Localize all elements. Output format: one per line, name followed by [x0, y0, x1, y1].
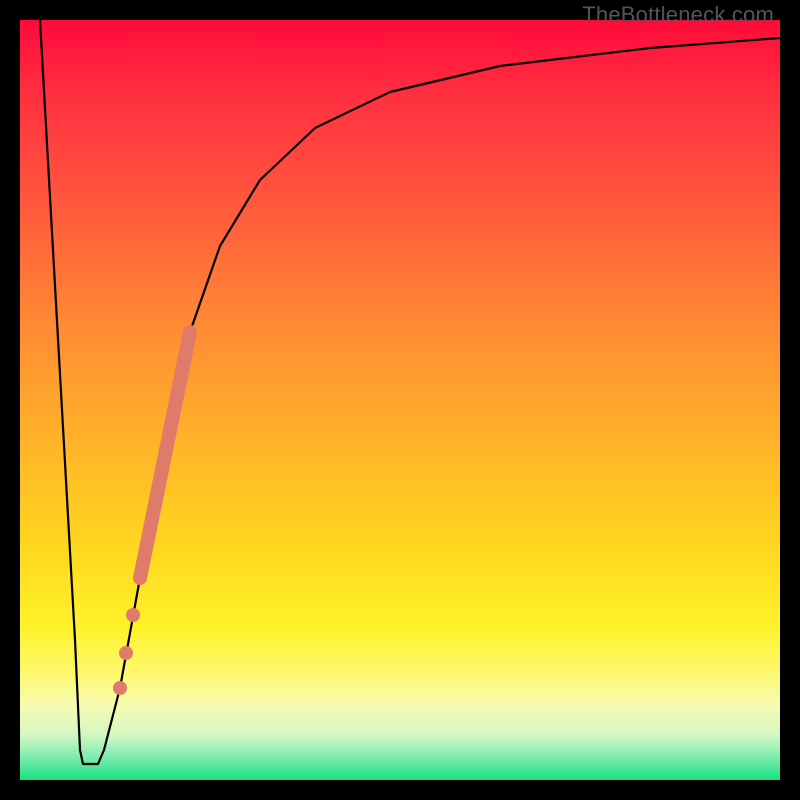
bottleneck-curve — [40, 20, 780, 764]
highlight-dot-2 — [119, 646, 133, 660]
curve-svg — [20, 20, 780, 780]
chart-frame: TheBottleneck.com — [0, 0, 800, 800]
plot-area — [20, 20, 780, 780]
highlight-dot-1 — [126, 608, 140, 622]
highlight-bar — [140, 332, 190, 578]
watermark-text: TheBottleneck.com — [582, 2, 774, 28]
highlight-dot-3 — [113, 681, 127, 695]
